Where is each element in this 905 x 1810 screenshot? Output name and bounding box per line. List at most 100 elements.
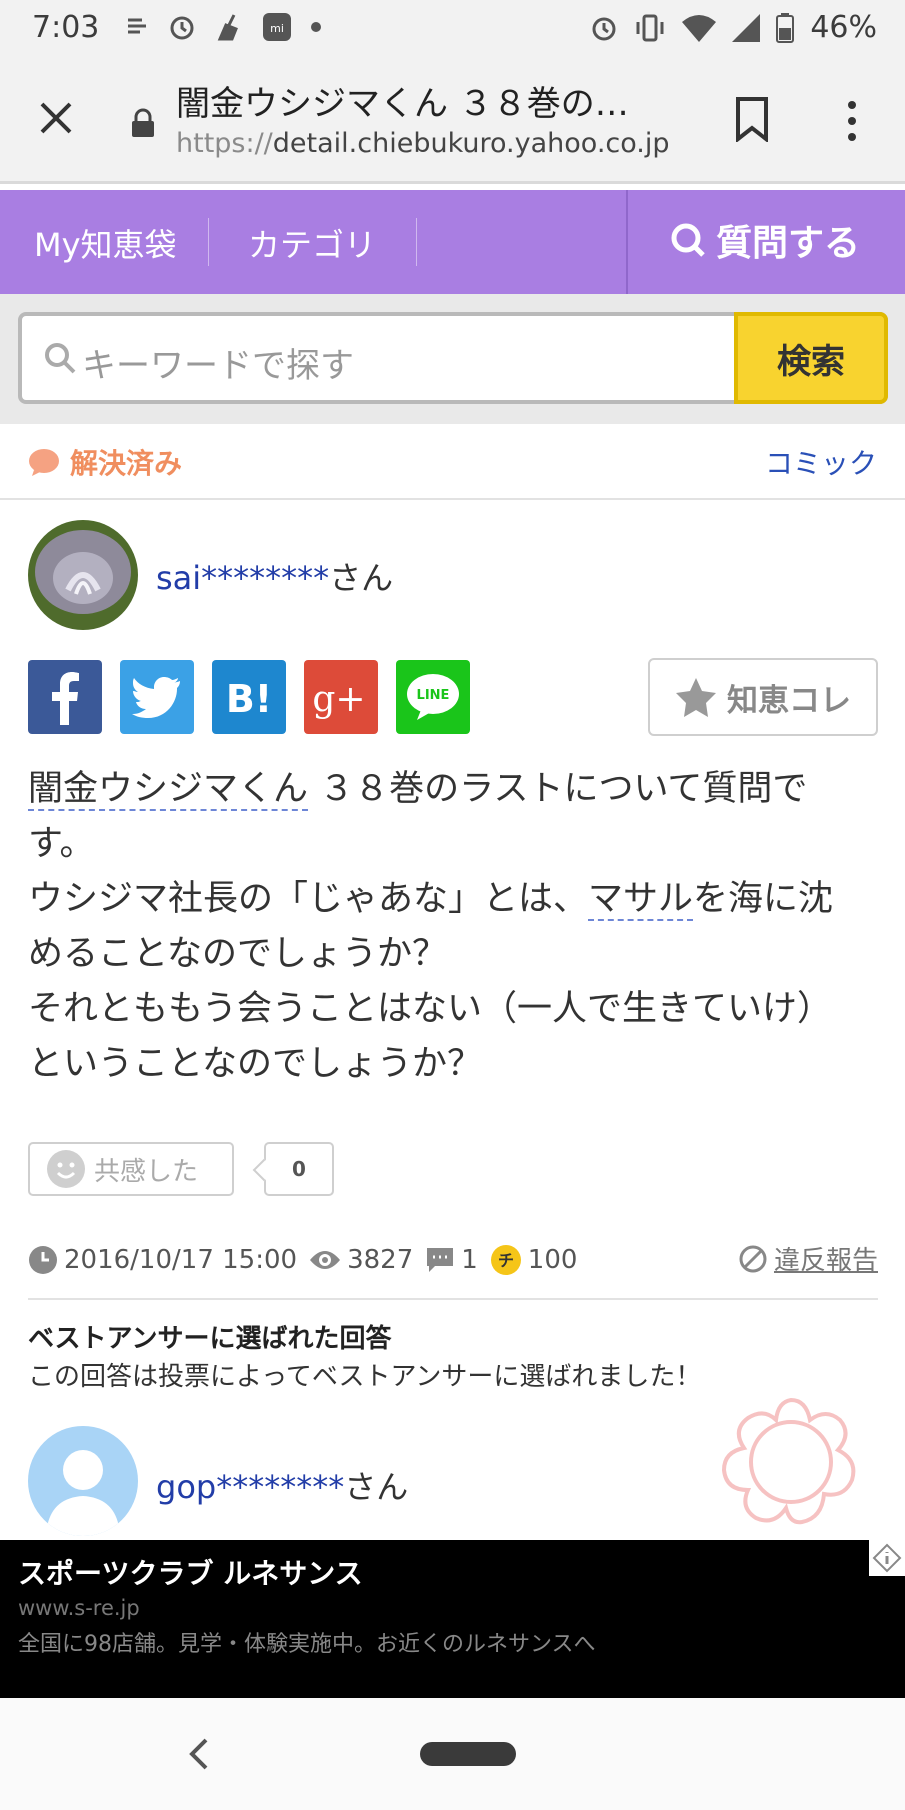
- nav-divider: [416, 218, 417, 266]
- weather-icon: [128, 18, 146, 34]
- date-text: 2016/10/17 15:00: [64, 1245, 298, 1275]
- broom-icon: [217, 14, 238, 41]
- question-line: めることなのでしょうか？: [28, 934, 447, 974]
- best-answer-stamp-icon: [721, 1397, 856, 1525]
- coin-icon: チ: [490, 1245, 521, 1275]
- browser-toolbar: 闇金ウシジマくん ３８巻の… https://detail.chiebukuro…: [0, 58, 905, 184]
- coin-reward: チ 100: [490, 1244, 578, 1276]
- star-icon: [676, 678, 716, 717]
- views-text: 3827: [347, 1245, 414, 1275]
- speech-bubble-icon: [29, 449, 59, 476]
- mi-icon: mi: [263, 13, 291, 41]
- category-link[interactable]: コミック: [765, 442, 877, 482]
- share-buttons: B! g+ LINE: [28, 660, 470, 734]
- system-nav-bar: [0, 1698, 905, 1810]
- home-pill[interactable]: [420, 1742, 516, 1766]
- answerer-avatar[interactable]: [28, 1426, 138, 1536]
- prohibited-icon: [739, 1245, 767, 1272]
- questioner-name[interactable]: sai********さん: [156, 553, 393, 599]
- line-share-button[interactable]: LINE: [396, 660, 470, 734]
- ad-title[interactable]: スポーツクラブ ルネサンス: [18, 1552, 363, 1592]
- alarm-icon: [592, 17, 616, 40]
- clock-icon: [29, 1246, 57, 1274]
- page-title[interactable]: 闇金ウシジマくん ３８巻の…: [176, 76, 629, 125]
- coins-text: 100: [527, 1245, 578, 1275]
- best-answer-description: この回答は投票によってベストアンサーに選ばれました！: [28, 1362, 702, 1392]
- question-line: ということなのでしょうか？: [28, 1044, 482, 1084]
- notification-icons: mi: [124, 12, 322, 42]
- chie-collection-label: 知恵コレ: [727, 682, 851, 719]
- default-user-icon: [46, 1450, 120, 1536]
- info-icon: [872, 1543, 902, 1573]
- svg-text:B!: B!: [226, 677, 272, 719]
- ask-question-button[interactable]: 質問する: [668, 214, 860, 266]
- search-button[interactable]: 検索: [734, 312, 888, 404]
- empathy-button[interactable]: 共感した: [28, 1142, 234, 1196]
- question-line: す。: [28, 824, 95, 864]
- answerer-id: gop********: [156, 1468, 345, 1506]
- keyword-link[interactable]: 闇金ウシジマくん: [28, 769, 309, 811]
- smiley-icon: [47, 1150, 85, 1188]
- answer-count: 1: [425, 1245, 478, 1275]
- google-plus-share-button[interactable]: g+: [304, 660, 378, 734]
- ad-description: 全国に98店舗。見学・体験実施中。お近くのルネサンスへ: [18, 1632, 596, 1657]
- close-icon[interactable]: [36, 98, 76, 138]
- wifi-icon: [682, 14, 717, 42]
- status-time: 7:03: [32, 10, 100, 45]
- comment-icon: [427, 1248, 454, 1272]
- section-divider: [28, 1298, 878, 1300]
- search-area: キーワードで探す 検索: [0, 294, 905, 424]
- report-link[interactable]: 違反報告: [738, 1240, 878, 1277]
- alarm-icon: [170, 16, 194, 40]
- ad-url: www.s-re.jp: [18, 1596, 140, 1620]
- url-bar[interactable]: https://detail.chiebukuro.yahoo.co.jp: [176, 128, 670, 159]
- eye-icon: [310, 1251, 341, 1269]
- vibrate-icon: [636, 14, 664, 41]
- google-plus-icon: g+: [313, 679, 366, 719]
- question-status-row: 解決済み コミック: [0, 424, 905, 500]
- nav-category[interactable]: カテゴリ: [248, 220, 376, 266]
- lock-icon: [132, 108, 154, 137]
- question-meta: 2016/10/17 15:00 3827 1 チ 100 違反報告: [28, 1240, 878, 1280]
- url-host: detail.chiebukuro.yahoo.co.jp: [272, 128, 670, 159]
- system-icons: 46%: [590, 10, 877, 45]
- resolved-badge: 解決済み: [70, 447, 183, 480]
- hatena-icon: B!: [226, 677, 272, 719]
- back-icon[interactable]: [184, 1734, 212, 1774]
- url-scheme: https://: [176, 128, 273, 159]
- answers-text: 1: [461, 1245, 478, 1275]
- questioner-avatar[interactable]: [28, 520, 138, 630]
- dot-icon: [311, 22, 321, 32]
- overflow-menu-icon[interactable]: [844, 98, 860, 144]
- answerer-name[interactable]: gop********さん: [156, 1462, 408, 1508]
- ad-info-icon[interactable]: [869, 1540, 905, 1576]
- hatena-bookmark-share-button[interactable]: B!: [212, 660, 286, 734]
- search-icon: [671, 223, 705, 257]
- chie-collection-button[interactable]: 知恵コレ: [648, 658, 878, 736]
- honorific: さん: [344, 1468, 409, 1506]
- search-placeholder: キーワードで探す: [82, 346, 354, 386]
- avatar-image: [28, 520, 138, 630]
- nav-divider: [626, 190, 628, 294]
- svg-text:LINE: LINE: [417, 688, 450, 703]
- best-answer-heading: ベストアンサーに選ばれた回答: [28, 1324, 392, 1354]
- twitter-share-button[interactable]: [120, 660, 194, 734]
- bookmark-icon[interactable]: [734, 96, 770, 142]
- post-date: 2016/10/17 15:00: [28, 1245, 297, 1275]
- ask-question-label: 質問する: [716, 223, 861, 264]
- keyword-link[interactable]: マサル: [588, 879, 694, 921]
- question-line: 闇金ウシジマくん ３８巻のラストについて質問で: [28, 762, 888, 817]
- question-text: ウシジマ社長の「じゃあな」とは、: [28, 879, 589, 919]
- signal-icon: [732, 13, 761, 42]
- site-nav: My知恵袋 カテゴリ 質問する: [0, 190, 905, 294]
- facebook-share-button[interactable]: [28, 660, 102, 734]
- view-count: 3827: [309, 1245, 413, 1275]
- empathy-label: 共感した: [94, 1156, 199, 1187]
- question-text: を海に沈: [693, 879, 834, 919]
- questioner-id: sai********: [156, 559, 330, 597]
- ad-banner[interactable]: スポーツクラブ ルネサンス www.s-re.jp 全国に98店舗。見学・体験実…: [0, 1540, 905, 1698]
- nav-my-chiebukuro[interactable]: My知恵袋: [34, 220, 177, 266]
- twitter-icon: [132, 677, 180, 718]
- coin-glyph: チ: [498, 1251, 514, 1270]
- report-label: 違反報告: [773, 1246, 878, 1276]
